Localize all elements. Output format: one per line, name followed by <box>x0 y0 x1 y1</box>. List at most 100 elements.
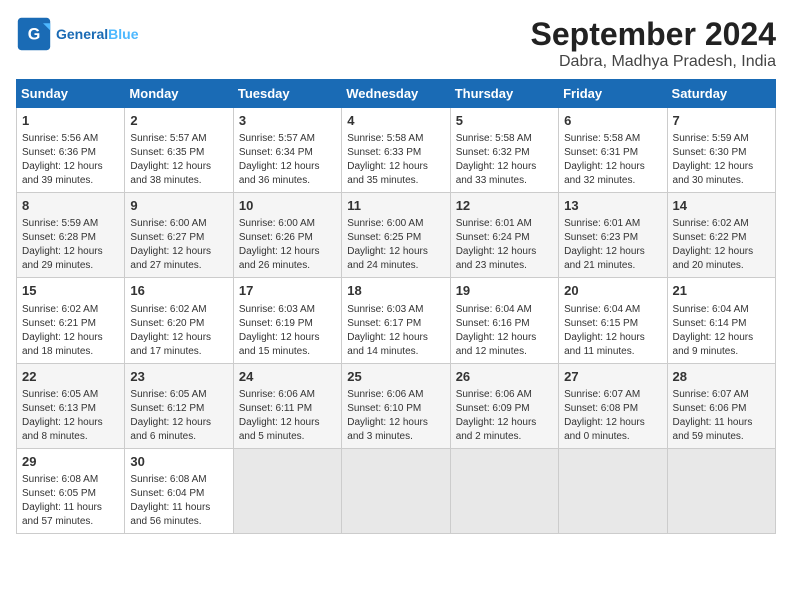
day-info: Sunrise: 5:58 AM Sunset: 6:33 PM Dayligh… <box>347 132 444 188</box>
day-number: 7 <box>673 112 770 130</box>
day-number: 3 <box>239 112 336 130</box>
logo-icon: G <box>16 16 52 52</box>
day-number: 10 <box>239 197 336 215</box>
calendar-cell: 27Sunrise: 6:07 AM Sunset: 6:08 PM Dayli… <box>559 363 667 448</box>
day-info: Sunrise: 6:04 AM Sunset: 6:15 PM Dayligh… <box>564 303 661 359</box>
day-number: 25 <box>347 368 444 386</box>
calendar-cell: 9Sunrise: 6:00 AM Sunset: 6:27 PM Daylig… <box>125 193 233 278</box>
day-info: Sunrise: 5:58 AM Sunset: 6:31 PM Dayligh… <box>564 132 661 188</box>
calendar-cell: 14 Sunrise: 6:02 AM Sunset: 6:22 PM Dayli… <box>667 193 775 278</box>
day-info: Sunrise: 6:06 AM Sunset: 6:11 PM Dayligh… <box>239 388 336 444</box>
calendar-body: 1Sunrise: 5:56 AM Sunset: 6:36 PM Daylig… <box>17 108 776 534</box>
calendar-cell: 23 Sunrise: 6:05 AM Sunset: 6:12 PM Dayli… <box>125 363 233 448</box>
day-header-thursday: Thursday <box>450 80 558 108</box>
calendar-week-3: 15 Sunrise: 6:02 AM Sunset: 6:21 PM Dayli… <box>17 278 776 363</box>
calendar-week-1: 1Sunrise: 5:56 AM Sunset: 6:36 PM Daylig… <box>17 108 776 193</box>
day-info: Sunrise: 5:57 AM Sunset: 6:35 PM Dayligh… <box>130 132 227 188</box>
calendar-cell: 20Sunrise: 6:04 AM Sunset: 6:15 PM Dayli… <box>559 278 667 363</box>
day-info: Sunrise: 6:00 AM Sunset: 6:25 PM Dayligh… <box>347 217 444 273</box>
calendar-cell <box>667 448 775 533</box>
day-info: Sunrise: 6:01 AM Sunset: 6:23 PM Dayligh… <box>564 217 661 273</box>
calendar-week-2: 8Sunrise: 5:59 AM Sunset: 6:28 PM Daylig… <box>17 193 776 278</box>
day-info: Sunrise: 5:56 AM Sunset: 6:36 PM Dayligh… <box>22 132 119 188</box>
page-subtitle: Dabra, Madhya Pradesh, India <box>531 53 776 71</box>
calendar-cell: 22 Sunrise: 6:05 AM Sunset: 6:13 PM Dayli… <box>17 363 125 448</box>
day-number: 2 <box>130 112 227 130</box>
calendar-week-4: 22 Sunrise: 6:05 AM Sunset: 6:13 PM Dayli… <box>17 363 776 448</box>
calendar-cell: 1Sunrise: 5:56 AM Sunset: 6:36 PM Daylig… <box>17 108 125 193</box>
day-number: 22 <box>22 368 119 386</box>
calendar-cell: 12Sunrise: 6:01 AM Sunset: 6:24 PM Dayli… <box>450 193 558 278</box>
day-number: 23 <box>130 368 227 386</box>
day-number: 19 <box>456 282 553 300</box>
calendar-week-5: 29 Sunrise: 6:08 AM Sunset: 6:05 PM Dayli… <box>17 448 776 533</box>
day-header-monday: Monday <box>125 80 233 108</box>
calendar-cell <box>233 448 341 533</box>
day-number: 30 <box>130 453 227 471</box>
calendar-cell: 18Sunrise: 6:03 AM Sunset: 6:17 PM Dayli… <box>342 278 450 363</box>
day-header-sunday: Sunday <box>17 80 125 108</box>
logo: G GeneralBlue <box>16 16 138 52</box>
calendar-cell: 30Sunrise: 6:08 AM Sunset: 6:04 PM Dayli… <box>125 448 233 533</box>
day-info: Sunrise: 6:03 AM Sunset: 6:17 PM Dayligh… <box>347 303 444 359</box>
day-info: Sunrise: 6:02 AM Sunset: 6:21 PM Dayligh… <box>22 303 119 359</box>
calendar-cell: 5Sunrise: 5:58 AM Sunset: 6:32 PM Daylig… <box>450 108 558 193</box>
day-header-friday: Friday <box>559 80 667 108</box>
day-number: 13 <box>564 197 661 215</box>
calendar-cell: 26Sunrise: 6:06 AM Sunset: 6:09 PM Dayli… <box>450 363 558 448</box>
day-number: 9 <box>130 197 227 215</box>
day-info: Sunrise: 5:57 AM Sunset: 6:34 PM Dayligh… <box>239 132 336 188</box>
day-info: Sunrise: 6:01 AM Sunset: 6:24 PM Dayligh… <box>456 217 553 273</box>
day-info: Sunrise: 5:59 AM Sunset: 6:30 PM Dayligh… <box>673 132 770 188</box>
day-info: Sunrise: 6:02 AM Sunset: 6:22 PM Dayligh… <box>673 217 770 273</box>
day-info: Sunrise: 6:02 AM Sunset: 6:20 PM Dayligh… <box>130 303 227 359</box>
day-header-tuesday: Tuesday <box>233 80 341 108</box>
calendar-table: SundayMondayTuesdayWednesdayThursdayFrid… <box>16 79 776 534</box>
calendar-cell: 16 Sunrise: 6:02 AM Sunset: 6:20 PM Dayli… <box>125 278 233 363</box>
day-number: 8 <box>22 197 119 215</box>
calendar-cell <box>450 448 558 533</box>
day-info: Sunrise: 6:05 AM Sunset: 6:13 PM Dayligh… <box>22 388 119 444</box>
day-number: 14 <box>673 197 770 215</box>
calendar-cell: 24 Sunrise: 6:06 AM Sunset: 6:11 PM Dayli… <box>233 363 341 448</box>
day-info: Sunrise: 6:03 AM Sunset: 6:19 PM Dayligh… <box>239 303 336 359</box>
calendar-cell: 3 Sunrise: 5:57 AM Sunset: 6:34 PM Daylig… <box>233 108 341 193</box>
calendar-cell: 21Sunrise: 6:04 AM Sunset: 6:14 PM Dayli… <box>667 278 775 363</box>
calendar-cell: 8Sunrise: 5:59 AM Sunset: 6:28 PM Daylig… <box>17 193 125 278</box>
calendar-cell: 2 Sunrise: 5:57 AM Sunset: 6:35 PM Daylig… <box>125 108 233 193</box>
calendar-cell: 29 Sunrise: 6:08 AM Sunset: 6:05 PM Dayli… <box>17 448 125 533</box>
day-info: Sunrise: 6:00 AM Sunset: 6:26 PM Dayligh… <box>239 217 336 273</box>
day-info: Sunrise: 6:06 AM Sunset: 6:10 PM Dayligh… <box>347 388 444 444</box>
days-of-week-row: SundayMondayTuesdayWednesdayThursdayFrid… <box>17 80 776 108</box>
day-number: 21 <box>673 282 770 300</box>
day-number: 5 <box>456 112 553 130</box>
day-header-wednesday: Wednesday <box>342 80 450 108</box>
calendar-cell: 28Sunrise: 6:07 AM Sunset: 6:06 PM Dayli… <box>667 363 775 448</box>
header: G GeneralBlue September 2024 Dabra, Madh… <box>16 16 776 71</box>
day-info: Sunrise: 6:06 AM Sunset: 6:09 PM Dayligh… <box>456 388 553 444</box>
calendar-cell: 15 Sunrise: 6:02 AM Sunset: 6:21 PM Dayli… <box>17 278 125 363</box>
calendar-cell <box>342 448 450 533</box>
page-title: September 2024 <box>531 16 776 53</box>
day-info: Sunrise: 6:07 AM Sunset: 6:06 PM Dayligh… <box>673 388 770 444</box>
title-area: September 2024 Dabra, Madhya Pradesh, In… <box>531 16 776 71</box>
day-number: 24 <box>239 368 336 386</box>
day-info: Sunrise: 6:08 AM Sunset: 6:05 PM Dayligh… <box>22 473 119 529</box>
day-number: 4 <box>347 112 444 130</box>
calendar-cell: 7 Sunrise: 5:59 AM Sunset: 6:30 PM Daylig… <box>667 108 775 193</box>
svg-text:G: G <box>28 25 41 43</box>
day-header-saturday: Saturday <box>667 80 775 108</box>
day-number: 29 <box>22 453 119 471</box>
day-info: Sunrise: 6:07 AM Sunset: 6:08 PM Dayligh… <box>564 388 661 444</box>
day-info: Sunrise: 6:05 AM Sunset: 6:12 PM Dayligh… <box>130 388 227 444</box>
calendar-header: SundayMondayTuesdayWednesdayThursdayFrid… <box>17 80 776 108</box>
day-number: 15 <box>22 282 119 300</box>
day-number: 16 <box>130 282 227 300</box>
calendar-cell: 19 Sunrise: 6:04 AM Sunset: 6:16 PM Dayli… <box>450 278 558 363</box>
day-info: Sunrise: 6:04 AM Sunset: 6:16 PM Dayligh… <box>456 303 553 359</box>
calendar-cell: 11Sunrise: 6:00 AM Sunset: 6:25 PM Dayli… <box>342 193 450 278</box>
day-number: 6 <box>564 112 661 130</box>
logo-text: GeneralBlue <box>56 26 138 42</box>
calendar-cell <box>559 448 667 533</box>
calendar-cell: 4 Sunrise: 5:58 AM Sunset: 6:33 PM Daylig… <box>342 108 450 193</box>
